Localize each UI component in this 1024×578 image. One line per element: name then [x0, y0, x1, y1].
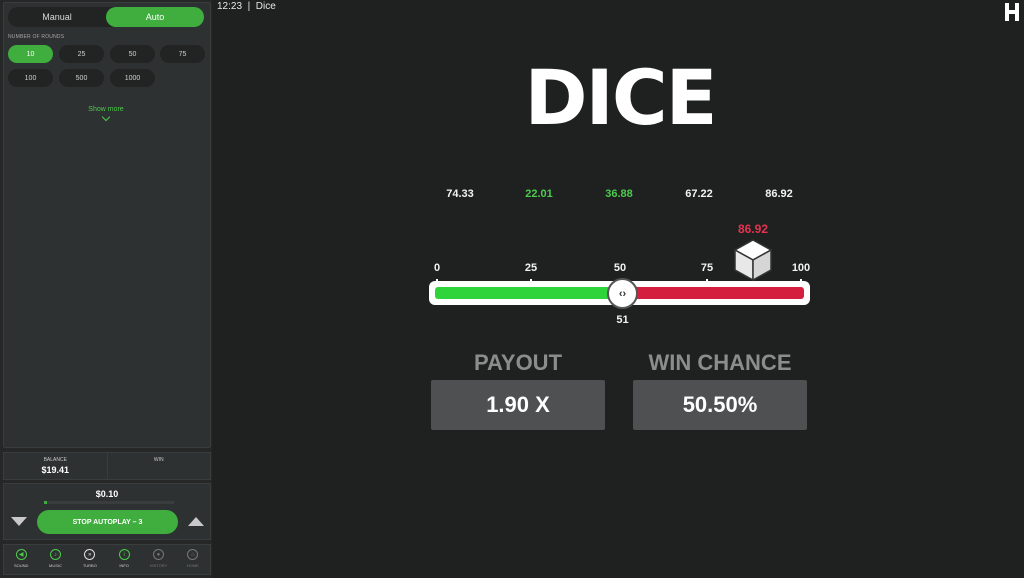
- turbo-label: TURBO: [82, 563, 97, 568]
- win-chance-input[interactable]: 50.50%: [633, 380, 807, 430]
- history-label: HISTORY: [149, 563, 168, 568]
- win-label: WIN: [153, 457, 164, 463]
- win-chance-label: WIN CHANCE: [648, 350, 792, 375]
- game-name: Dice: [255, 1, 276, 12]
- bet-value: $0.10: [95, 489, 119, 499]
- info-icon: i: [118, 549, 130, 560]
- bet-slider[interactable]: [44, 501, 174, 504]
- turbo-icon: »: [84, 549, 96, 560]
- balance-section: BALANCE $19.41: [4, 453, 107, 479]
- history-button[interactable]: ● HISTORY: [141, 545, 175, 574]
- roll-result: 86.92: [737, 222, 769, 236]
- show-more-button[interactable]: Show more: [0, 106, 212, 122]
- music-icon: ♪: [49, 549, 61, 560]
- game-title: DICE: [524, 53, 717, 142]
- info-button[interactable]: i INFO: [107, 545, 141, 574]
- info-label: INFO: [119, 563, 129, 568]
- history-result: 74.33: [446, 188, 474, 200]
- lose-range-bar: [623, 287, 804, 299]
- dice-cube-icon: [733, 239, 773, 282]
- sound-icon: ◀: [15, 549, 27, 560]
- slider-value: 51: [616, 314, 629, 326]
- rounds-option-100[interactable]: 100: [8, 69, 53, 87]
- balance-panel: BALANCE $19.41 WIN: [3, 452, 211, 480]
- payout-label: PAYOUT: [473, 350, 563, 375]
- tick-label: 50: [613, 262, 627, 274]
- auto-tab[interactable]: Auto: [106, 7, 204, 27]
- rounds-option-500[interactable]: 500: [59, 69, 104, 87]
- win-section: WIN: [106, 453, 211, 479]
- home-button[interactable]: ⌂ HOME: [176, 545, 210, 574]
- history-result: 67.22: [685, 188, 713, 200]
- title-separator: |: [244, 1, 253, 12]
- rounds-label: NUMBER OF ROUNDS: [8, 34, 65, 40]
- stop-autoplay-button[interactable]: STOP AUTOPLAY – 3: [37, 510, 178, 534]
- tick-label: 75: [700, 262, 714, 274]
- slider-handle[interactable]: ‹›: [607, 278, 638, 309]
- chevron-down-icon: [101, 112, 111, 122]
- balance-label: BALANCE: [43, 457, 67, 463]
- rounds-option-75[interactable]: 75: [160, 45, 205, 63]
- home-label: HOME: [186, 563, 199, 568]
- win-range-bar: [435, 287, 623, 299]
- tick-label: 25: [524, 262, 538, 274]
- clock: 12:23: [217, 1, 243, 12]
- rounds-option-1000[interactable]: 1000: [110, 69, 155, 87]
- history-result: 86.92: [765, 188, 793, 200]
- bet-panel: $0.10 STOP AUTOPLAY – 3: [3, 483, 211, 540]
- music-label: MUSIC: [49, 563, 62, 568]
- sound-button[interactable]: ◀ SOUND: [4, 545, 38, 574]
- tick-label: 0: [433, 262, 441, 274]
- top-bar: 12:23 | Dice: [217, 1, 276, 12]
- turbo-button[interactable]: » TURBO: [73, 545, 107, 574]
- sound-label: SOUND: [13, 563, 29, 568]
- mode-toggle: Manual Auto: [8, 7, 204, 27]
- rounds-option-50[interactable]: 50: [110, 45, 155, 63]
- left-right-arrows-icon: ‹›: [618, 287, 627, 300]
- bet-slider-fill: [44, 501, 47, 504]
- sidebar: Manual Auto NUMBER OF ROUNDS 10 25 50 75…: [0, 0, 212, 578]
- app-root: Manual Auto NUMBER OF ROUNDS 10 25 50 75…: [0, 0, 1024, 578]
- brand-logo-icon: [1005, 3, 1019, 21]
- history-result: 36.88: [605, 188, 633, 200]
- decrease-bet-icon[interactable]: [11, 517, 27, 526]
- home-icon: ⌂: [187, 549, 199, 560]
- history-result: 22.01: [525, 188, 553, 200]
- payout-input[interactable]: 1.90 X: [431, 380, 605, 430]
- manual-tab[interactable]: Manual: [8, 7, 106, 27]
- rounds-option-25[interactable]: 25: [59, 45, 104, 63]
- tick-label: 100: [791, 262, 811, 274]
- history-icon: ●: [152, 549, 164, 560]
- music-button[interactable]: ♪ MUSIC: [38, 545, 72, 574]
- increase-bet-icon[interactable]: [188, 517, 204, 526]
- balance-value: $19.41: [41, 465, 70, 475]
- bottom-toolbar: ◀ SOUND ♪ MUSIC » TURBO i INFO ● HISTORY…: [3, 544, 211, 575]
- rounds-option-10[interactable]: 10: [8, 45, 53, 63]
